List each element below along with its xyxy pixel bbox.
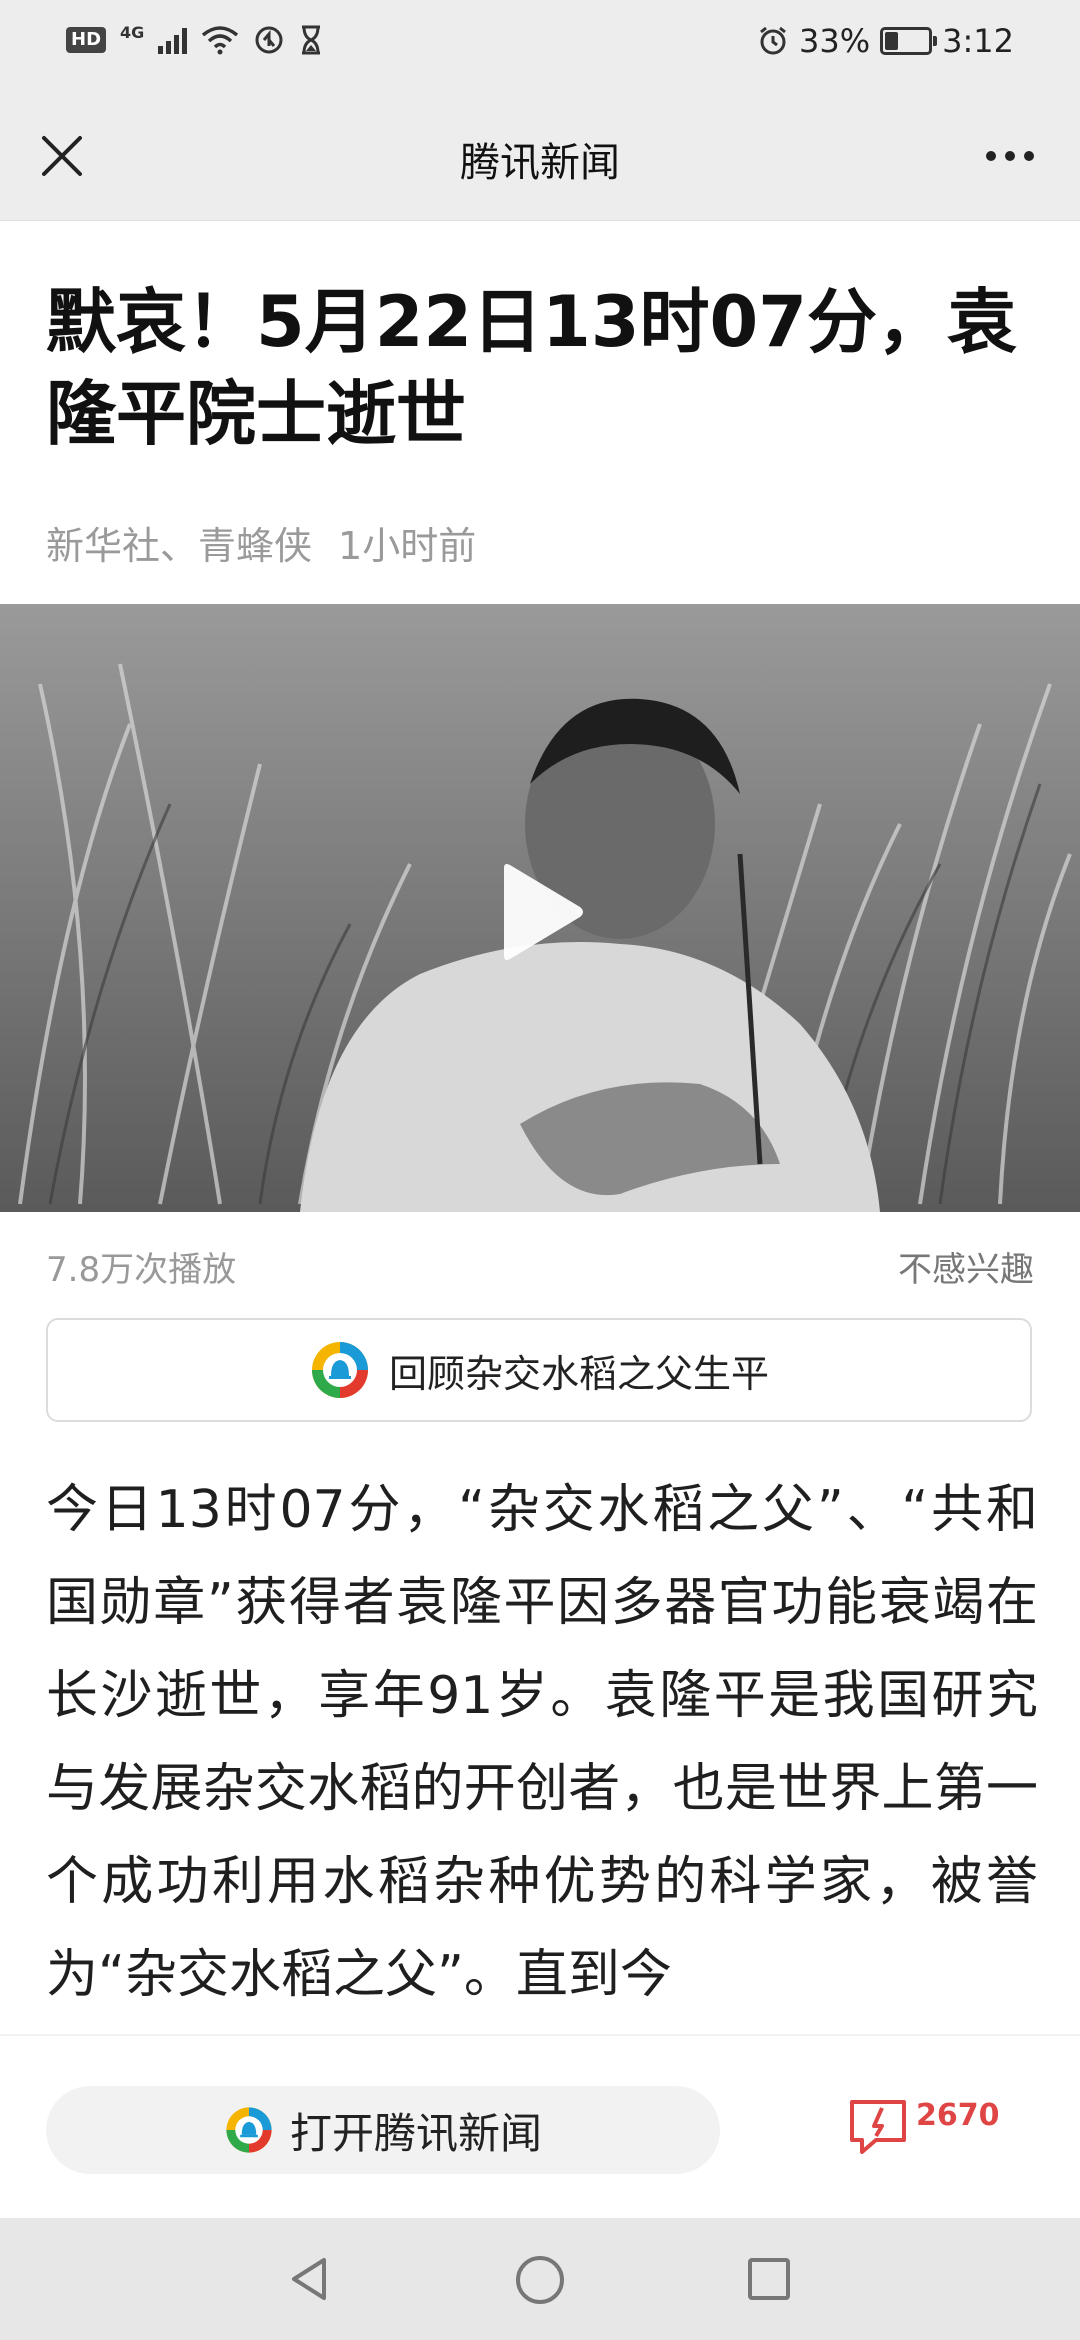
open-app-label: 打开腾讯新闻 [289,2108,542,2158]
review-life-button[interactable]: 回顾杂交水稻之父生平 [46,1318,1032,1422]
hourglass-icon [302,25,321,55]
data-saver-icon [255,26,283,54]
article-source: 新华社、青蜂侠 [46,524,313,568]
not-interested-button[interactable]: 不感兴趣 [898,1242,1034,1291]
review-life-label: 回顾杂交水稻之父生平 [388,1351,769,1396]
tencent-news-logo-icon [311,1342,368,1398]
battery-percent: 33% [799,22,871,60]
back-triangle-icon[interactable] [284,2254,334,2304]
recent-square-icon[interactable] [746,2256,792,2302]
video-stats: 7.8万次播放 不感兴趣 [46,1242,1034,1291]
play-icon[interactable] [496,862,586,962]
signal-icon [158,26,188,54]
bottom-bar: 打开腾讯新闻 2670 [0,2034,1080,2220]
more-dots-icon [986,151,996,161]
tencent-news-logo-icon [226,2107,272,2153]
home-circle-icon[interactable] [514,2254,566,2306]
network-type: 4G [120,22,145,42]
page-title: 腾讯新闻 [460,140,620,186]
status-right: 33% 3:12 [757,22,1014,60]
article-title: 默哀！5月22日13时07分，袁隆平院士逝世 [46,281,1017,455]
comment-count[interactable]: 2670 [916,2098,1000,2133]
status-left: HD 4G [66,22,323,56]
battery-icon [880,27,938,55]
article-meta: 新华社、青蜂侠 1小时前 [46,515,476,570]
app-bar: 腾讯新闻 [0,92,1080,221]
clock: 3:12 [942,22,1014,60]
hd-badge: HD [66,27,107,53]
more-button[interactable] [970,128,1050,184]
article-body: 今日13时07分，“杂交水稻之父”、“共和国勋章”获得者袁隆平因多器官功能衰竭在… [46,1480,1038,2005]
article-time: 1小时前 [338,524,477,568]
alarm-icon [760,26,786,55]
view-count: 7.8万次播放 [46,1250,237,1290]
open-app-button[interactable]: 打开腾讯新闻 [46,2086,720,2174]
video-player[interactable] [0,604,1080,1212]
wifi-icon [202,26,239,55]
system-nav-bar [0,2218,1080,2340]
status-bar: HD 4G 33% 3:12 [0,0,1080,92]
comment-icon[interactable] [846,2094,910,2158]
